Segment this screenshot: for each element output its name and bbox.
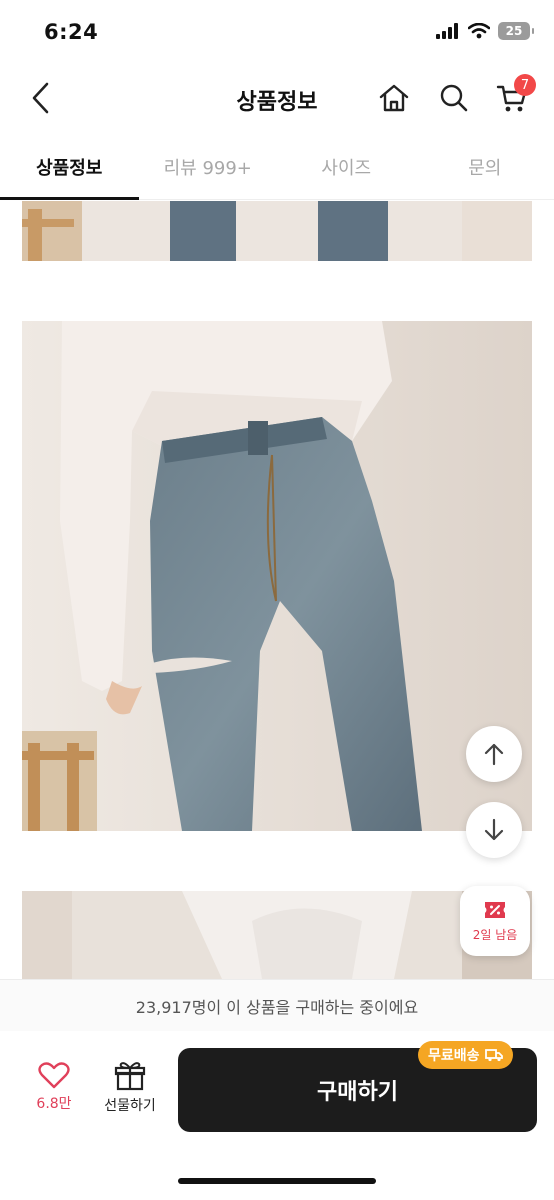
app-header: 상품정보 7	[0, 62, 554, 134]
cart-count-badge: 7	[514, 74, 536, 96]
tab-bar: 상품정보 리뷰 999+ 사이즈 문의	[0, 134, 554, 200]
free-shipping-badge: 무료배송	[418, 1041, 513, 1069]
cart-button[interactable]: 7	[492, 74, 536, 118]
home-indicator	[178, 1178, 376, 1184]
tab-inquiry[interactable]: 문의	[416, 134, 554, 199]
product-detail-content	[0, 201, 554, 979]
status-time: 6:24	[44, 20, 99, 44]
home-button[interactable]	[374, 78, 414, 118]
scroll-down-button[interactable]	[466, 802, 522, 858]
gift-button[interactable]: 선물하기	[94, 1061, 166, 1131]
search-button[interactable]	[434, 78, 474, 118]
coupon-remaining-label: 2일 남음	[472, 927, 518, 942]
heart-icon	[38, 1062, 70, 1089]
gift-icon	[114, 1062, 146, 1091]
arrow-down-icon	[484, 818, 504, 841]
battery-level: 25	[505, 24, 523, 38]
tab-product-info[interactable]: 상품정보	[0, 134, 139, 200]
battery-icon: 25	[498, 22, 534, 40]
arrow-up-icon	[484, 743, 504, 766]
free-shipping-label: 무료배송	[428, 1048, 480, 1064]
coupon-button[interactable]: 2일 남음	[460, 886, 530, 956]
purchase-activity-notice: 23,917명이 이 상품을 구매하는 중이에요	[0, 979, 554, 1031]
status-bar: 6:24 25	[0, 0, 554, 62]
product-photo-2	[22, 321, 532, 831]
coupon-icon	[485, 901, 505, 918]
gift-label: 선물하기	[104, 1098, 156, 1114]
tab-size[interactable]: 사이즈	[277, 134, 416, 199]
wifi-icon	[468, 23, 490, 39]
tab-reviews[interactable]: 리뷰 999+	[139, 134, 278, 199]
truck-icon	[484, 1049, 503, 1062]
like-count: 6.8만	[36, 1096, 72, 1112]
product-photo-1	[22, 201, 532, 261]
signal-icon	[436, 23, 458, 39]
search-icon	[440, 84, 468, 112]
scroll-up-button[interactable]	[466, 726, 522, 782]
status-icons: 25	[436, 22, 534, 40]
like-button[interactable]: 6.8만	[24, 1061, 84, 1131]
home-icon	[379, 84, 409, 112]
product-photo-3	[22, 891, 532, 979]
